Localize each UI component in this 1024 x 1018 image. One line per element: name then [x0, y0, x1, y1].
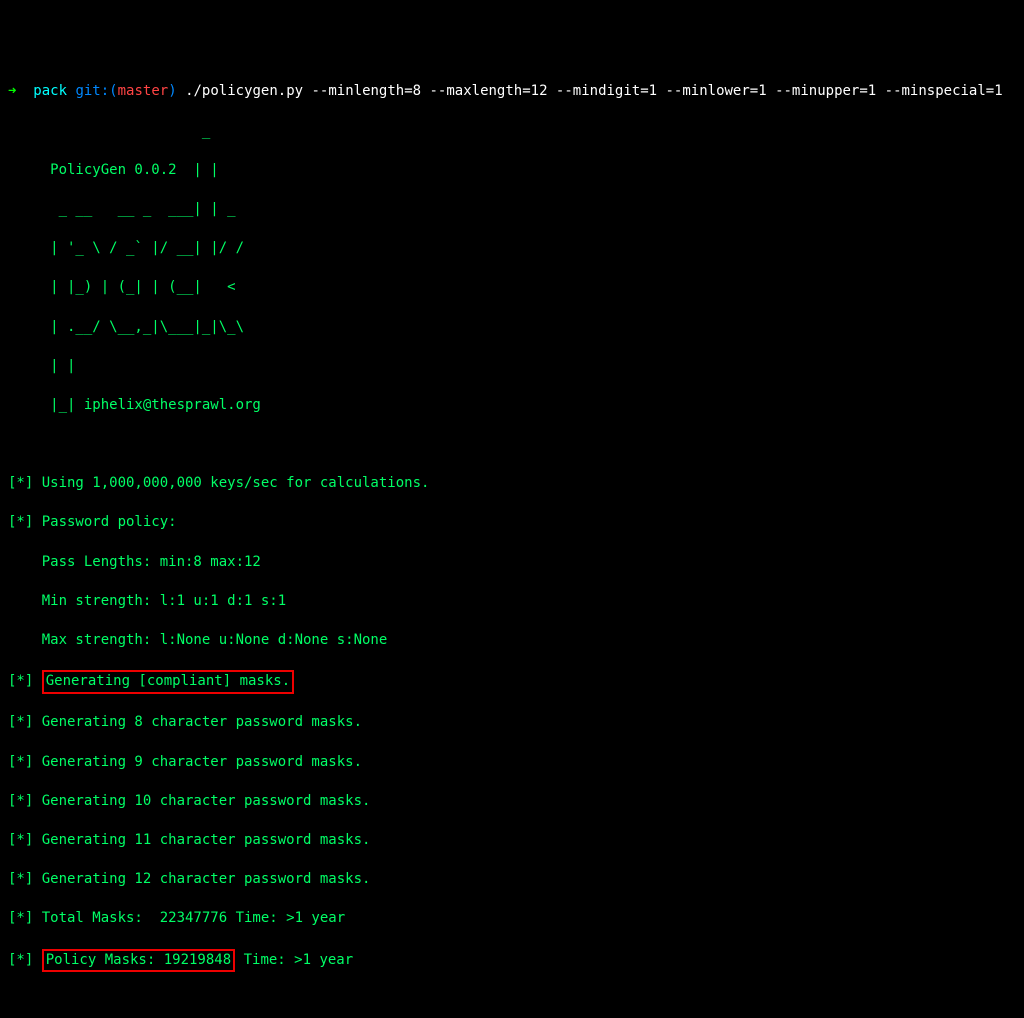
banner-line: | |	[8, 357, 1016, 377]
prompt-git-label: git:(	[75, 83, 117, 99]
banner-line: PolicyGen 0.0.2 | |	[8, 161, 1016, 181]
output-pass-lengths: Pass Lengths: min:8 max:12	[8, 553, 1016, 573]
output-policy-masks: [*] Policy Masks: 19219848 Time: >1 year	[8, 949, 1016, 973]
prompt-arrow: ➜	[8, 83, 16, 99]
output-calc: [*] Using 1,000,000,000 keys/sec for cal…	[8, 474, 1016, 494]
banner-line: | '_ \ / _` |/ __| |/ /	[8, 239, 1016, 259]
banner-line: | .__/ \__,_|\___|_|\_\	[8, 318, 1016, 338]
output-policy-masks-suffix: Time: >1 year	[235, 952, 353, 968]
output-gen11: [*] Generating 11 character password mas…	[8, 831, 1016, 851]
output-policy-header: [*] Password policy:	[8, 513, 1016, 533]
output-gen9: [*] Generating 9 character password mask…	[8, 753, 1016, 773]
output-gen8: [*] Generating 8 character password mask…	[8, 713, 1016, 733]
output-gen-compliant-prefix: [*]	[8, 673, 42, 689]
command-text[interactable]: ./policygen.py --minlength=8 --maxlength…	[185, 83, 1003, 99]
highlight-box-policy-masks: Policy Masks: 19219848	[42, 949, 235, 973]
prompt-dir: pack	[33, 83, 67, 99]
prompt-paren-close: )	[168, 83, 176, 99]
banner-line: _	[8, 122, 1016, 142]
output-gen-compliant: [*] Generating [compliant] masks.	[8, 670, 1016, 694]
output-total-masks: [*] Total Masks: 22347776 Time: >1 year	[8, 909, 1016, 929]
prompt-branch: master	[118, 83, 169, 99]
output-policy-masks-prefix: [*]	[8, 952, 42, 968]
highlight-box-compliant: Generating [compliant] masks.	[42, 670, 294, 694]
output-max-strength: Max strength: l:None u:None d:None s:Non…	[8, 631, 1016, 651]
banner-line: _ __ __ _ ___| | _	[8, 200, 1016, 220]
output-gen10: [*] Generating 10 character password mas…	[8, 792, 1016, 812]
output-gen12: [*] Generating 12 character password mas…	[8, 870, 1016, 890]
output-min-strength: Min strength: l:1 u:1 d:1 s:1	[8, 592, 1016, 612]
shell-prompt-line: ➜ pack git:(master) ./policygen.py --min…	[8, 82, 1016, 102]
banner-line: |_| iphelix@thesprawl.org	[8, 396, 1016, 416]
banner-line: | |_) | (_| | (__| <	[8, 278, 1016, 298]
